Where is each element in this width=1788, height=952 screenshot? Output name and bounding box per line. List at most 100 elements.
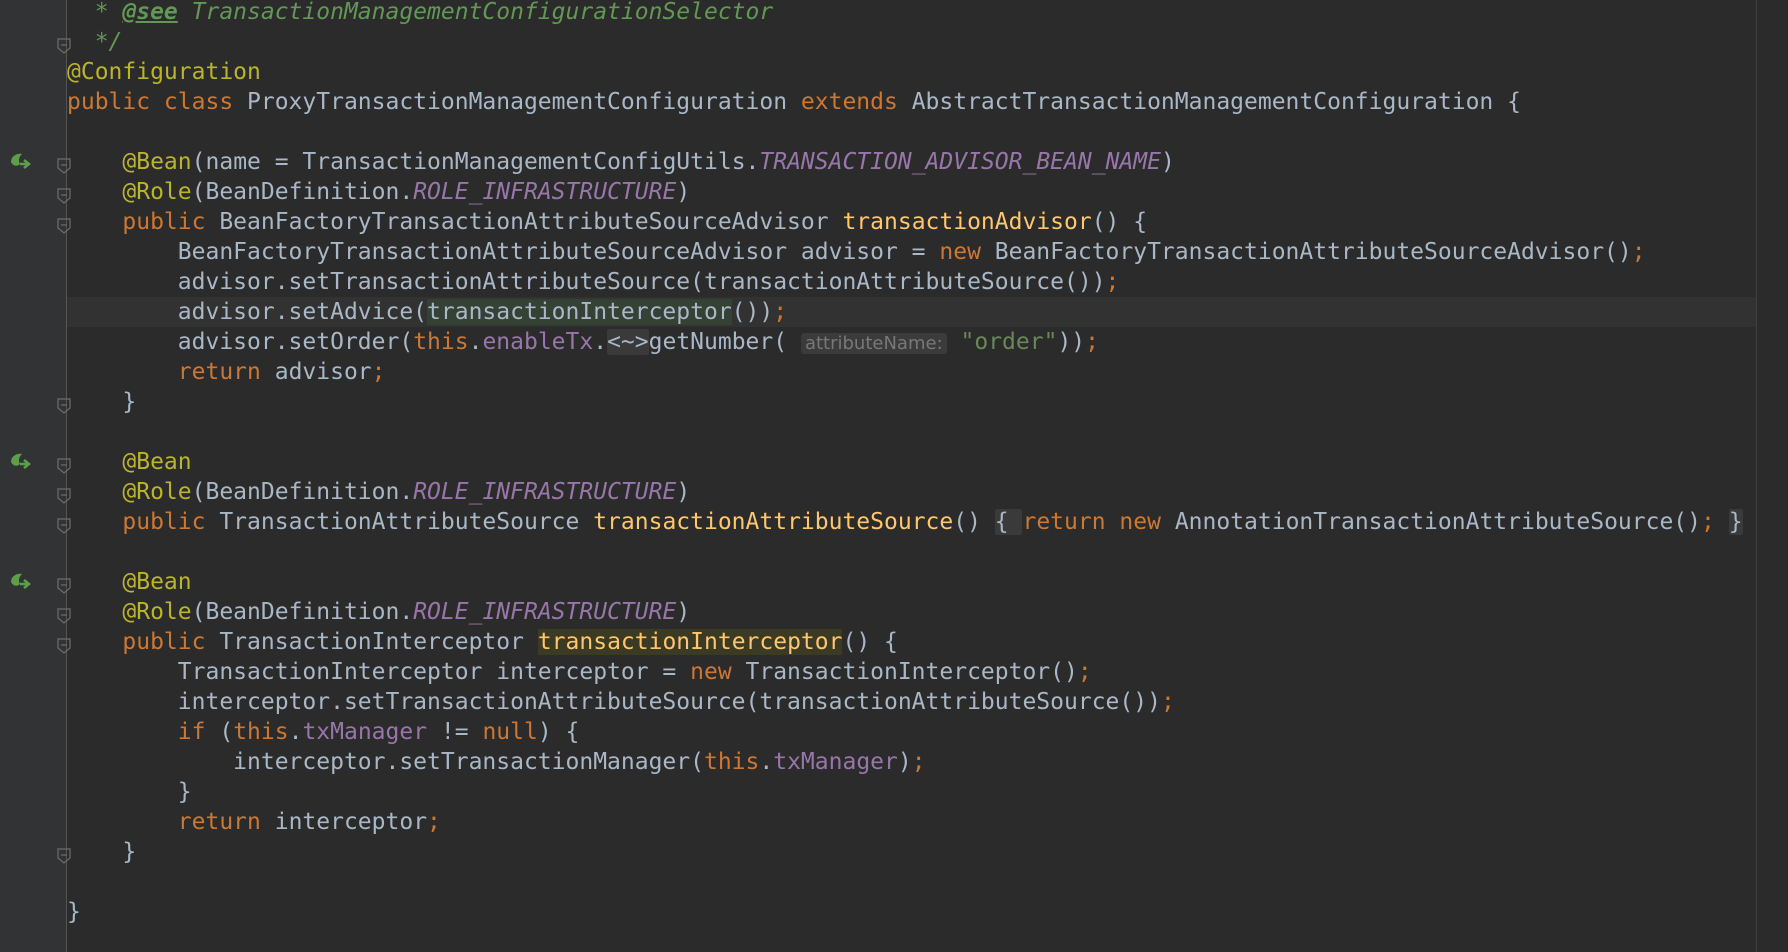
fold-toggle-icon[interactable]: [57, 154, 71, 174]
code-line[interactable]: public TransactionAttributeSource transa…: [67, 507, 1756, 537]
code-token: ): [676, 179, 691, 205]
bean-override-icon[interactable]: [8, 151, 32, 173]
fold-toggle-icon[interactable]: [57, 574, 71, 594]
folded-code-placeholder[interactable]: <~>: [607, 329, 649, 355]
code-token: ()): [731, 299, 774, 325]
code-token: ;: [1160, 689, 1175, 715]
code-line[interactable]: }: [67, 777, 1756, 807]
code-line[interactable]: @Role(BeanDefinition.ROLE_INFRASTRUCTURE…: [67, 177, 1756, 207]
code-line[interactable]: }: [67, 897, 1756, 927]
code-line[interactable]: advisor.setOrder(this.enableTx.<~>getNum…: [67, 327, 1756, 357]
code-token: ;: [1077, 659, 1092, 685]
code-token: (BeanDefinition.: [191, 179, 414, 205]
code-token: TRANSACTION_ADVISOR_BEAN_NAME: [759, 149, 1161, 175]
code-line[interactable]: [67, 417, 1756, 447]
code-token: TransactionAttributeSource: [219, 509, 594, 535]
current-code-line[interactable]: advisor.setAdvice(transactionInterceptor…: [67, 297, 1756, 327]
code-token: @Bean: [122, 149, 192, 175]
code-line[interactable]: if (this.txManager != null) {: [67, 717, 1756, 747]
code-token: public class: [67, 89, 248, 115]
code-line[interactable]: }: [67, 837, 1756, 867]
bean-override-icon[interactable]: [8, 451, 32, 473]
bean-override-icon[interactable]: [8, 571, 32, 593]
code-line[interactable]: [67, 867, 1756, 897]
code-token: TransactionInterceptor: [219, 629, 538, 655]
code-line[interactable]: public BeanFactoryTransactionAttributeSo…: [67, 207, 1756, 237]
code-token: @Role: [122, 599, 192, 625]
fold-toggle-icon[interactable]: [57, 394, 71, 414]
code-token: advisor.setOrder(: [67, 329, 414, 355]
code-token: return: [177, 809, 275, 835]
editor-gutter[interactable]: [0, 0, 67, 952]
code-token: ;: [1701, 509, 1715, 535]
code-line[interactable]: @Bean: [67, 447, 1756, 477]
code-line[interactable]: return advisor;: [67, 357, 1756, 387]
code-token: .: [759, 749, 774, 775]
code-line[interactable]: * @see TransactionManagementConfiguratio…: [67, 0, 1756, 27]
code-token: advisor: [274, 359, 372, 385]
fold-toggle-icon[interactable]: [57, 454, 71, 474]
code-line[interactable]: advisor.setTransactionAttributeSource(tr…: [67, 267, 1756, 297]
folded-code-placeholder[interactable]: }: [1728, 509, 1743, 535]
code-line[interactable]: interceptor.setTransactionManager(this.t…: [67, 747, 1756, 777]
code-token: (BeanDefinition.: [191, 479, 414, 505]
fold-toggle-icon[interactable]: [57, 844, 71, 864]
code-line[interactable]: @Configuration: [67, 57, 1756, 87]
code-token: ;: [371, 359, 386, 385]
code-line[interactable]: BeanFactoryTransactionAttributeSourceAdv…: [67, 237, 1756, 267]
code-line[interactable]: public class ProxyTransactionManagementC…: [67, 87, 1756, 117]
code-line[interactable]: TransactionInterceptor interceptor = new…: [67, 657, 1756, 687]
code-token: new: [939, 239, 995, 265]
code-token: ) {: [537, 719, 580, 745]
code-token: interceptor.setTransactionManager(: [67, 749, 704, 775]
code-token: enableTx: [482, 329, 594, 355]
code-editor[interactable]: * @see TransactionManagementConfiguratio…: [67, 0, 1756, 952]
code-token: ROLE_INFRASTRUCTURE: [413, 599, 677, 625]
code-token: TransactionManagementConfigurationSelect…: [177, 0, 774, 25]
code-line[interactable]: public TransactionInterceptor transactio…: [67, 627, 1756, 657]
code-token: ;: [427, 809, 441, 835]
code-token: this: [703, 749, 760, 775]
code-token: transactionAttributeSource: [593, 509, 954, 535]
code-token: (BeanDefinition.: [191, 599, 414, 625]
fold-toggle-icon[interactable]: [57, 34, 71, 54]
code-token: getNumber(: [648, 329, 801, 355]
code-token: return: [177, 359, 275, 385]
code-token: txManager: [773, 749, 898, 775]
code-line[interactable]: @Bean: [67, 567, 1756, 597]
code-token: }: [67, 899, 81, 925]
code-line[interactable]: @Bean(name = TransactionManagementConfig…: [67, 147, 1756, 177]
code-token: ;: [911, 749, 926, 775]
fold-toggle-icon[interactable]: [57, 634, 71, 654]
code-token: = TransactionManagementConfigUtils.: [260, 149, 760, 175]
fold-toggle-icon[interactable]: [57, 184, 71, 204]
fold-toggle-icon[interactable]: [57, 484, 71, 504]
code-token: advisor.setAdvice(: [67, 299, 428, 325]
fold-toggle-icon[interactable]: [57, 214, 71, 234]
fold-toggle-icon[interactable]: [57, 604, 71, 624]
code-token: ): [676, 479, 691, 505]
code-line[interactable]: interceptor.setTransactionAttributeSourc…: [67, 687, 1756, 717]
code-token: transactionAdvisor: [842, 209, 1092, 235]
folded-code-placeholder[interactable]: {: [994, 509, 1023, 535]
code-line[interactable]: @Role(BeanDefinition.ROLE_INFRASTRUCTURE…: [67, 477, 1756, 507]
fold-toggle-icon[interactable]: [57, 514, 71, 534]
code-line[interactable]: @Role(BeanDefinition.ROLE_INFRASTRUCTURE…: [67, 597, 1756, 627]
code-token: interceptor.setTransactionAttributeSourc…: [67, 689, 1161, 715]
code-line[interactable]: }: [67, 387, 1756, 417]
code-token: TransactionInterceptor interceptor =: [67, 659, 691, 685]
code-token: ;: [773, 299, 788, 325]
code-line[interactable]: [67, 537, 1756, 567]
code-token: ): [676, 599, 691, 625]
code-line[interactable]: */: [67, 27, 1756, 57]
code-line[interactable]: [67, 117, 1756, 147]
code-token: AbstractTransactionManagementConfigurati…: [911, 89, 1521, 115]
code-line[interactable]: return interceptor;: [67, 807, 1756, 837]
code-token: .: [593, 329, 608, 355]
